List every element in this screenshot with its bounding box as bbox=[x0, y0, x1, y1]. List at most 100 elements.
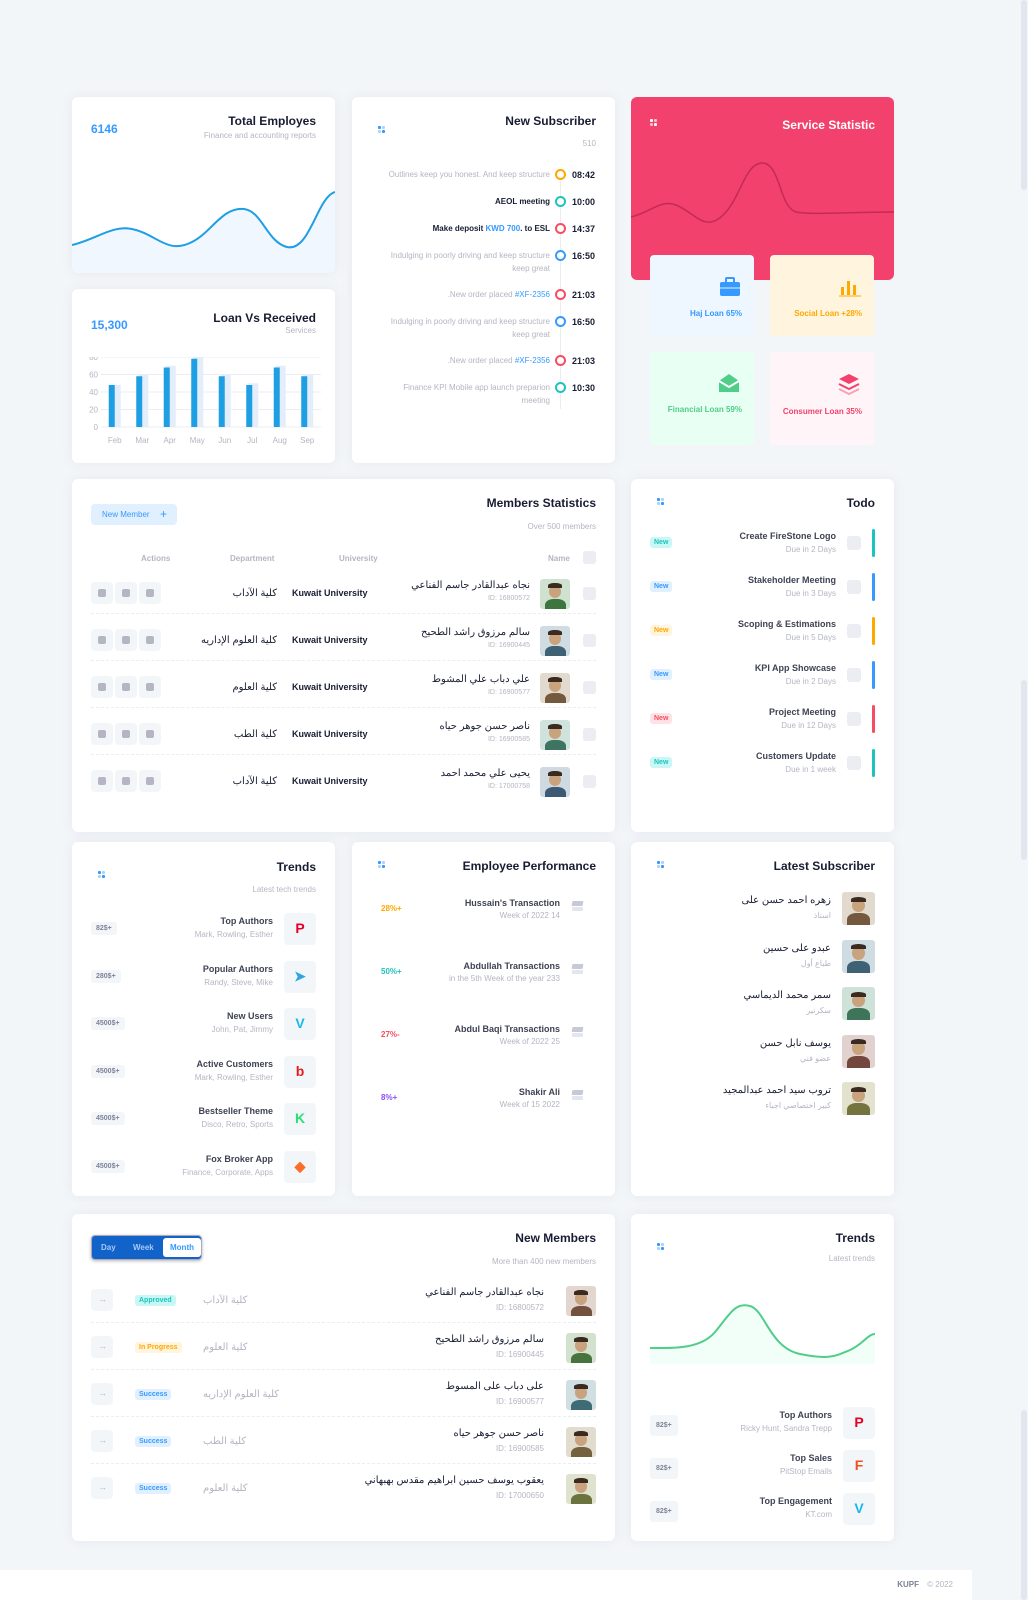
tile-financial-loan[interactable]: Financial Loan 59% bbox=[650, 352, 754, 445]
tab-month[interactable]: Month bbox=[163, 1238, 201, 1257]
toggle-button[interactable] bbox=[139, 582, 161, 604]
performance-title[interactable]: Hussain's Transaction bbox=[465, 898, 560, 908]
subscriber-name[interactable]: سمر محمد الديماسي bbox=[744, 990, 831, 1001]
trend-title[interactable]: Top Authors bbox=[221, 916, 274, 926]
trend-title[interactable]: Bestseller Theme bbox=[198, 1106, 273, 1116]
trend-title[interactable]: New Users bbox=[227, 1011, 273, 1021]
todo-checkbox[interactable] bbox=[847, 712, 861, 726]
figma-icon-box[interactable]: F bbox=[843, 1450, 875, 1482]
todo-due: Due in 2 Days bbox=[785, 545, 836, 554]
x-tick-label: May bbox=[190, 436, 205, 445]
toggle-button[interactable] bbox=[139, 770, 161, 792]
trend-item: 4500$+ Bestseller Theme Disco, Retro, Spor… bbox=[72, 1101, 335, 1137]
member-name[interactable]: سالم مرزوق راشد الطحيح bbox=[435, 1334, 544, 1345]
todo-checkbox[interactable] bbox=[847, 536, 861, 550]
todo-title[interactable]: Create FireStone Logo bbox=[739, 531, 836, 541]
trash-button[interactable] bbox=[91, 723, 113, 745]
tile-haj-loan[interactable]: Haj Loan 65% bbox=[650, 255, 754, 336]
todo-title[interactable]: Customers Update bbox=[756, 751, 836, 761]
bebo-icon-box[interactable]: b bbox=[284, 1055, 316, 1088]
todo-item: New Create FireStone Logo Due in 2 Days bbox=[631, 529, 894, 561]
table-row: → Success كلية العلوم الإداريه على دباب على… bbox=[91, 1377, 596, 1417]
subscriber-name[interactable]: تروب سيد احمد عبدالمجيد bbox=[723, 1085, 831, 1096]
member-name[interactable]: يعقوب يوسف حسين ابراهيم مقدس بهبهاني bbox=[365, 1475, 544, 1486]
performance-title[interactable]: Abdul Baqi Transactions bbox=[454, 1024, 560, 1034]
trash-button[interactable] bbox=[91, 676, 113, 698]
pencil-button[interactable] bbox=[115, 582, 137, 604]
vimeo-icon-box[interactable]: V bbox=[843, 1493, 875, 1525]
pencil-button[interactable] bbox=[115, 723, 137, 745]
arrow-button[interactable]: → bbox=[91, 1383, 113, 1405]
loan-value: 15,300 bbox=[91, 318, 128, 332]
trend-title[interactable]: Top Sales bbox=[790, 1453, 832, 1463]
trash-button[interactable] bbox=[91, 582, 113, 604]
timeline-link[interactable]: KWD 700 bbox=[486, 224, 521, 233]
trend-title[interactable]: Active Customers bbox=[196, 1059, 273, 1069]
toggle-button[interactable] bbox=[139, 676, 161, 698]
row-checkbox[interactable] bbox=[583, 728, 596, 741]
arrow-button[interactable]: → bbox=[91, 1430, 113, 1452]
toggle-button[interactable] bbox=[139, 629, 161, 651]
pinterest-icon-box[interactable]: P bbox=[284, 913, 316, 945]
row-checkbox[interactable] bbox=[583, 634, 596, 647]
subscriber-name[interactable]: زهره احمد حسن على bbox=[741, 895, 831, 906]
trend-title[interactable]: Top Engagement bbox=[760, 1496, 832, 1506]
todo-title[interactable]: KPI App Showcase bbox=[755, 663, 836, 673]
pencil-button[interactable] bbox=[115, 770, 137, 792]
performance-sub: Week of 15 2022 bbox=[499, 1100, 560, 1109]
member-name[interactable]: على دباب على المسوط bbox=[446, 1381, 544, 1392]
todo-title[interactable]: Scoping & Estimations bbox=[738, 619, 836, 629]
footer-brand[interactable]: KUPF bbox=[897, 1580, 919, 1589]
vimeo-icon-box[interactable]: V bbox=[284, 1008, 316, 1040]
select-all-checkbox[interactable] bbox=[583, 551, 596, 564]
toggle-button[interactable] bbox=[139, 723, 161, 745]
telegram-icon-box[interactable]: ➤ bbox=[284, 960, 316, 993]
todo-title[interactable]: Stakeholder Meeting bbox=[748, 575, 836, 585]
todo-item: New Customers Update Due in 1 week bbox=[631, 749, 894, 781]
pinterest-icon-box[interactable]: P bbox=[843, 1407, 875, 1439]
subscriber-item: يوسف نابل حسن عضو فني bbox=[631, 1034, 894, 1071]
performance-title[interactable]: Abdullah Transactions bbox=[463, 961, 560, 971]
todo-checkbox[interactable] bbox=[847, 668, 861, 682]
university-cell: Kuwait University bbox=[292, 776, 368, 786]
department-cell: كلية الآداب bbox=[203, 1295, 248, 1306]
new-member-button[interactable]: New Member + bbox=[91, 504, 177, 525]
tab-week[interactable]: Week bbox=[133, 1243, 154, 1252]
arrow-button[interactable]: → bbox=[91, 1336, 113, 1358]
performance-pct: 28%+ bbox=[381, 904, 402, 913]
trend-title[interactable]: Popular Authors bbox=[203, 964, 273, 974]
trash-button[interactable] bbox=[91, 629, 113, 651]
todo-item: New Stakeholder Meeting Due in 3 Days bbox=[631, 573, 894, 605]
row-checkbox[interactable] bbox=[583, 681, 596, 694]
todo-checkbox[interactable] bbox=[847, 756, 861, 770]
todo-checkbox[interactable] bbox=[847, 624, 861, 638]
member-id: ID: 17000758 bbox=[487, 783, 530, 790]
timeline-link[interactable]: #XF-2356 bbox=[515, 290, 550, 299]
subscriber-name[interactable]: عبدو على حسين bbox=[763, 943, 831, 954]
tab-day[interactable]: Day bbox=[101, 1243, 116, 1252]
tile-social-loan[interactable]: Social Loan +28% bbox=[770, 255, 874, 336]
subscriber-item: زهره احمد حسن على استاذ bbox=[631, 892, 894, 928]
timeline-link[interactable]: #XF-2356 bbox=[515, 356, 550, 365]
performance-item: 27%- Abdul Baqi Transactions Week of 2022 … bbox=[352, 1024, 615, 1060]
trend-title[interactable]: Top Authors bbox=[780, 1410, 833, 1420]
pencil-button[interactable] bbox=[115, 676, 137, 698]
kickstarter-icon-box[interactable]: K bbox=[284, 1103, 316, 1135]
arrow-button[interactable]: → bbox=[91, 1289, 113, 1311]
arrow-button[interactable]: → bbox=[91, 1477, 113, 1499]
trend-sub: Disco, Retro, Sports bbox=[201, 1120, 273, 1129]
tile-consumer-loan[interactable]: Consumer Loan 35% bbox=[770, 352, 874, 445]
subscriber-name[interactable]: يوسف نابل حسن bbox=[760, 1038, 831, 1049]
row-checkbox[interactable] bbox=[583, 775, 596, 788]
todo-title[interactable]: Project Meeting bbox=[769, 707, 836, 717]
gitlab-icon-box[interactable]: ◆ bbox=[284, 1150, 316, 1183]
trash-button[interactable] bbox=[91, 770, 113, 792]
member-name[interactable]: ناصر حسن جوهر حياه bbox=[453, 1428, 544, 1439]
page-scrollbar[interactable] bbox=[1020, 0, 1028, 1600]
pencil-button[interactable] bbox=[115, 629, 137, 651]
row-checkbox[interactable] bbox=[583, 587, 596, 600]
performance-title[interactable]: Shakir Ali bbox=[519, 1087, 560, 1097]
todo-checkbox[interactable] bbox=[847, 580, 861, 594]
trend-title[interactable]: Fox Broker App bbox=[206, 1154, 273, 1164]
member-name[interactable]: نجاه عبدالقادر جاسم الفناعي bbox=[425, 1287, 544, 1298]
